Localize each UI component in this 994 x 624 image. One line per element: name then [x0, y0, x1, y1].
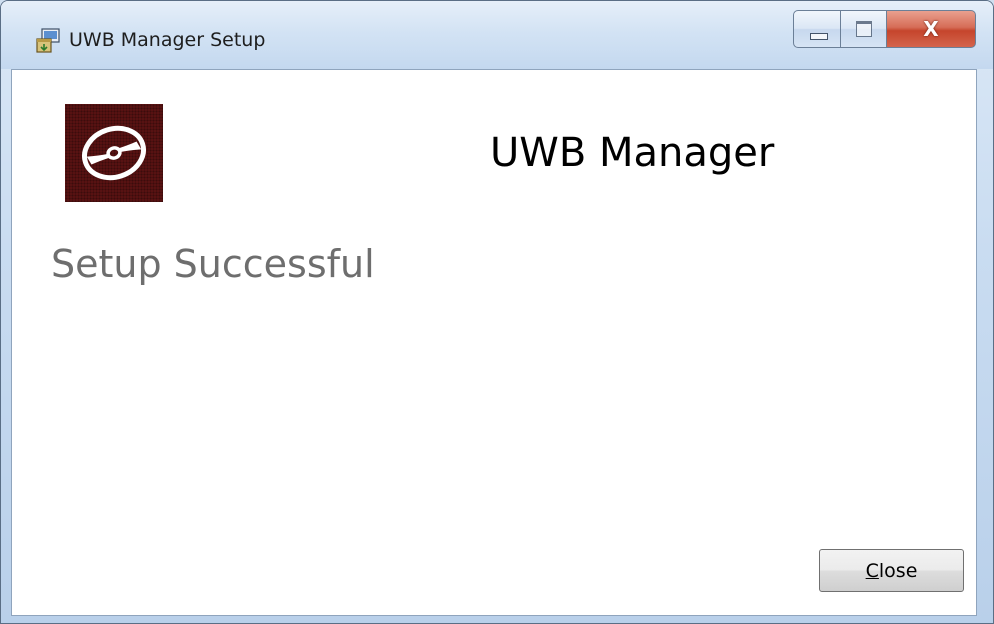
installer-package-icon — [35, 28, 61, 54]
close-button-label: lose — [878, 559, 918, 582]
close-button-mnemonic: C — [865, 559, 879, 582]
product-title: UWB Manager — [490, 130, 775, 176]
close-icon: X — [923, 17, 939, 41]
title-bar[interactable]: UWB Manager Setup X — [1, 1, 993, 69]
product-logo — [65, 104, 163, 202]
window-title: UWB Manager Setup — [69, 29, 266, 51]
setup-window: UWB Manager Setup X UWB Manager Setup Su… — [0, 0, 994, 624]
window-close-button[interactable]: X — [887, 10, 976, 48]
caption-buttons: X — [793, 10, 976, 48]
maximize-button[interactable] — [841, 10, 887, 48]
disc-icon — [82, 125, 146, 181]
setup-content: UWB Manager Setup Successful Close — [11, 69, 977, 616]
close-button[interactable]: Close — [819, 549, 964, 592]
minimize-icon — [810, 33, 828, 40]
maximize-icon — [856, 21, 872, 37]
minimize-button[interactable] — [793, 10, 841, 48]
setup-status: Setup Successful — [51, 242, 375, 286]
